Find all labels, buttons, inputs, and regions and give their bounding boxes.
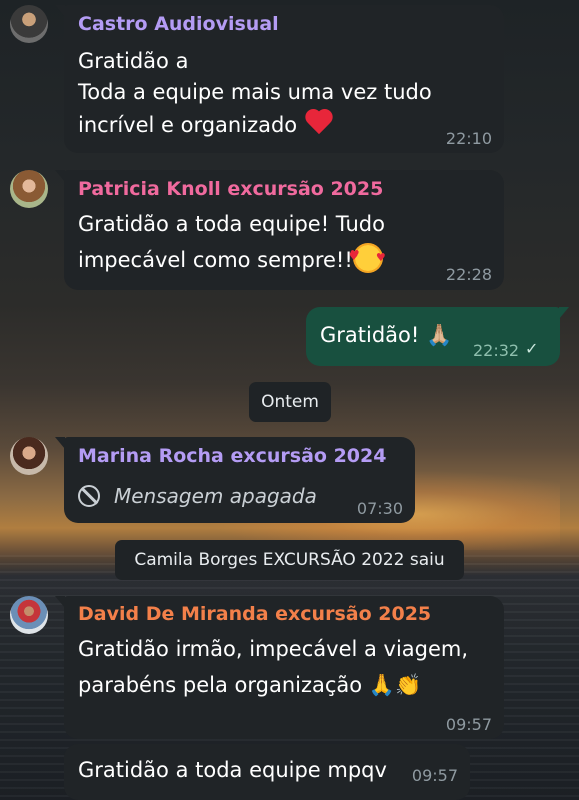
message-text-line: Gratidão irmão, impecável a viagem, [78, 637, 469, 661]
message-text-line: Toda a equipe mais uma vez tudo [78, 80, 432, 104]
avatar-patricia-knoll[interactable] [10, 170, 48, 208]
sender-name[interactable]: Marina Rocha excursão 2024 [78, 445, 386, 467]
message-time: 22:32 [473, 341, 520, 360]
message-bubble[interactable]: Marina Rocha excursão 2024 Mensagem apag… [55, 437, 415, 523]
red-heart-icon [304, 110, 334, 136]
message-time: 09:57 [445, 715, 492, 734]
smiling-face-with-hearts-icon: ♥ ♥ ♥ [349, 243, 386, 273]
sender-name[interactable]: Patricia Knoll excursão 2025 [78, 178, 383, 200]
sender-name[interactable]: Castro Audiovisual [78, 13, 279, 35]
date-divider: Ontem [249, 382, 331, 422]
message-text-line: Gratidão a [78, 49, 189, 73]
message-text-line: parabéns pela organização 🙏👏 [78, 673, 422, 697]
message-time: 22:28 [445, 265, 492, 284]
message-text-line-content: incrível e organizado [78, 113, 298, 137]
deleted-message-text: Mensagem apagada [114, 484, 317, 508]
system-notice: Camila Borges EXCURSÃO 2022 saiu [115, 540, 464, 580]
message-bubble[interactable]: Gratidão a toda equipe mpqv 09:57 [64, 744, 470, 800]
message-bubble[interactable]: Castro Audiovisual Gratidão a Toda a equ… [55, 5, 504, 153]
message-text-line-content: impecável como sempre!! [78, 248, 353, 272]
message-bubble[interactable]: David De Miranda excursão 2025 Gratidão … [55, 596, 504, 739]
deleted-message-icon [78, 485, 100, 507]
sent-check-icon: ✓ [525, 339, 539, 358]
message-text: Gratidão! 🙏🏼 [320, 323, 453, 347]
message-time: 07:30 [356, 499, 403, 518]
message-text-line: incrível e organizado [78, 109, 334, 142]
sender-name[interactable]: David De Miranda excursão 2025 [78, 603, 431, 625]
message-bubble[interactable]: Patricia Knoll excursão 2025 Gratidão a … [55, 170, 504, 290]
message-time: 09:57 [411, 766, 458, 785]
avatar-castro-audiovisual[interactable] [10, 5, 48, 43]
outgoing-message-bubble[interactable]: Gratidão! 🙏🏼 22:32 ✓ [306, 307, 569, 366]
avatar-marina-rocha[interactable] [10, 437, 48, 475]
message-text-line: Gratidão a toda equipe! Tudo [78, 212, 385, 236]
message-time: 22:10 [445, 129, 492, 148]
avatar-david-de-miranda[interactable] [10, 596, 48, 634]
message-text-line: impecável como sempre!! ♥ ♥ ♥ [78, 243, 386, 277]
message-text: Gratidão a toda equipe mpqv [78, 758, 387, 782]
